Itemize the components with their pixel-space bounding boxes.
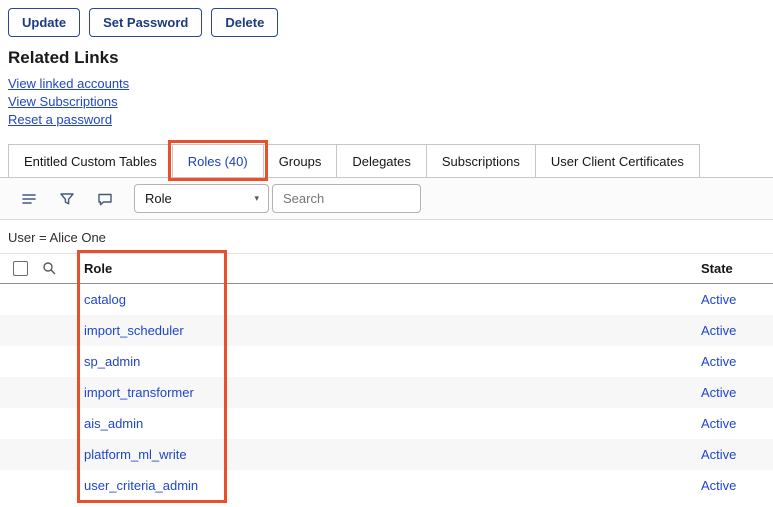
state-value: Active <box>701 385 773 400</box>
set-password-button[interactable]: Set Password <box>89 8 202 37</box>
search-input[interactable] <box>272 184 421 213</box>
role-link[interactable]: user_criteria_admin <box>72 478 701 493</box>
state-value: Active <box>701 292 773 307</box>
link-view-linked-accounts[interactable]: View linked accounts <box>8 75 773 93</box>
action-bar: Update Set Password Delete <box>0 0 773 37</box>
link-reset-a-password[interactable]: Reset a password <box>8 111 773 129</box>
state-value: Active <box>701 447 773 462</box>
header-search-cell <box>36 261 72 276</box>
table-row: import_transformer Active <box>0 377 773 408</box>
role-link[interactable]: platform_ml_write <box>72 447 701 462</box>
search-icon[interactable] <box>42 261 57 276</box>
table-body: catalog Active import_scheduler Active s… <box>0 284 773 501</box>
search-column-value: Role <box>145 191 172 206</box>
filter-icon[interactable] <box>48 191 86 207</box>
role-link[interactable]: sp_admin <box>72 354 701 369</box>
tab-subscriptions[interactable]: Subscriptions <box>426 144 536 177</box>
role-link[interactable]: catalog <box>72 292 701 307</box>
table-header-row: Role State <box>0 253 773 284</box>
tab-groups[interactable]: Groups <box>263 144 338 177</box>
table-row: catalog Active <box>0 284 773 315</box>
menu-icon[interactable] <box>10 191 48 207</box>
tab-delegates[interactable]: Delegates <box>336 144 427 177</box>
column-header-role[interactable]: Role <box>72 261 701 276</box>
table-row: ais_admin Active <box>0 408 773 439</box>
search-column-select[interactable]: Role ▾ <box>134 184 269 213</box>
tab-roles[interactable]: Roles (40) <box>172 144 264 177</box>
state-value: Active <box>701 478 773 493</box>
tab-user-client-certificates[interactable]: User Client Certificates <box>535 144 700 177</box>
chat-icon[interactable] <box>86 191 124 207</box>
update-button[interactable]: Update <box>8 8 80 37</box>
delete-button[interactable]: Delete <box>211 8 278 37</box>
table-row: platform_ml_write Active <box>0 439 773 470</box>
column-header-state[interactable]: State <box>701 261 773 276</box>
role-link[interactable]: ais_admin <box>72 416 701 431</box>
table-row: sp_admin Active <box>0 346 773 377</box>
state-value: Active <box>701 354 773 369</box>
table-row: user_criteria_admin Active <box>0 470 773 501</box>
header-checkbox-cell <box>0 261 36 276</box>
state-value: Active <box>701 323 773 338</box>
tab-bar: Entitled Custom Tables Roles (40) Groups… <box>0 144 773 178</box>
related-links-list: View linked accounts View Subscriptions … <box>0 75 773 129</box>
state-value: Active <box>701 416 773 431</box>
roles-table: Role State catalog Active import_schedul… <box>0 253 773 501</box>
table-row: import_scheduler Active <box>0 315 773 346</box>
role-link[interactable]: import_scheduler <box>72 323 701 338</box>
chevron-down-icon: ▾ <box>254 193 259 204</box>
page: Update Set Password Delete Related Links… <box>0 0 773 507</box>
tab-entitled-custom-tables[interactable]: Entitled Custom Tables <box>8 144 173 177</box>
role-link[interactable]: import_transformer <box>72 385 701 400</box>
select-all-checkbox[interactable] <box>13 261 28 276</box>
breadcrumb: User = Alice One <box>0 220 773 253</box>
related-links-heading: Related Links <box>8 48 773 68</box>
list-toolbar: Role ▾ <box>0 178 773 220</box>
link-view-subscriptions[interactable]: View Subscriptions <box>8 93 773 111</box>
